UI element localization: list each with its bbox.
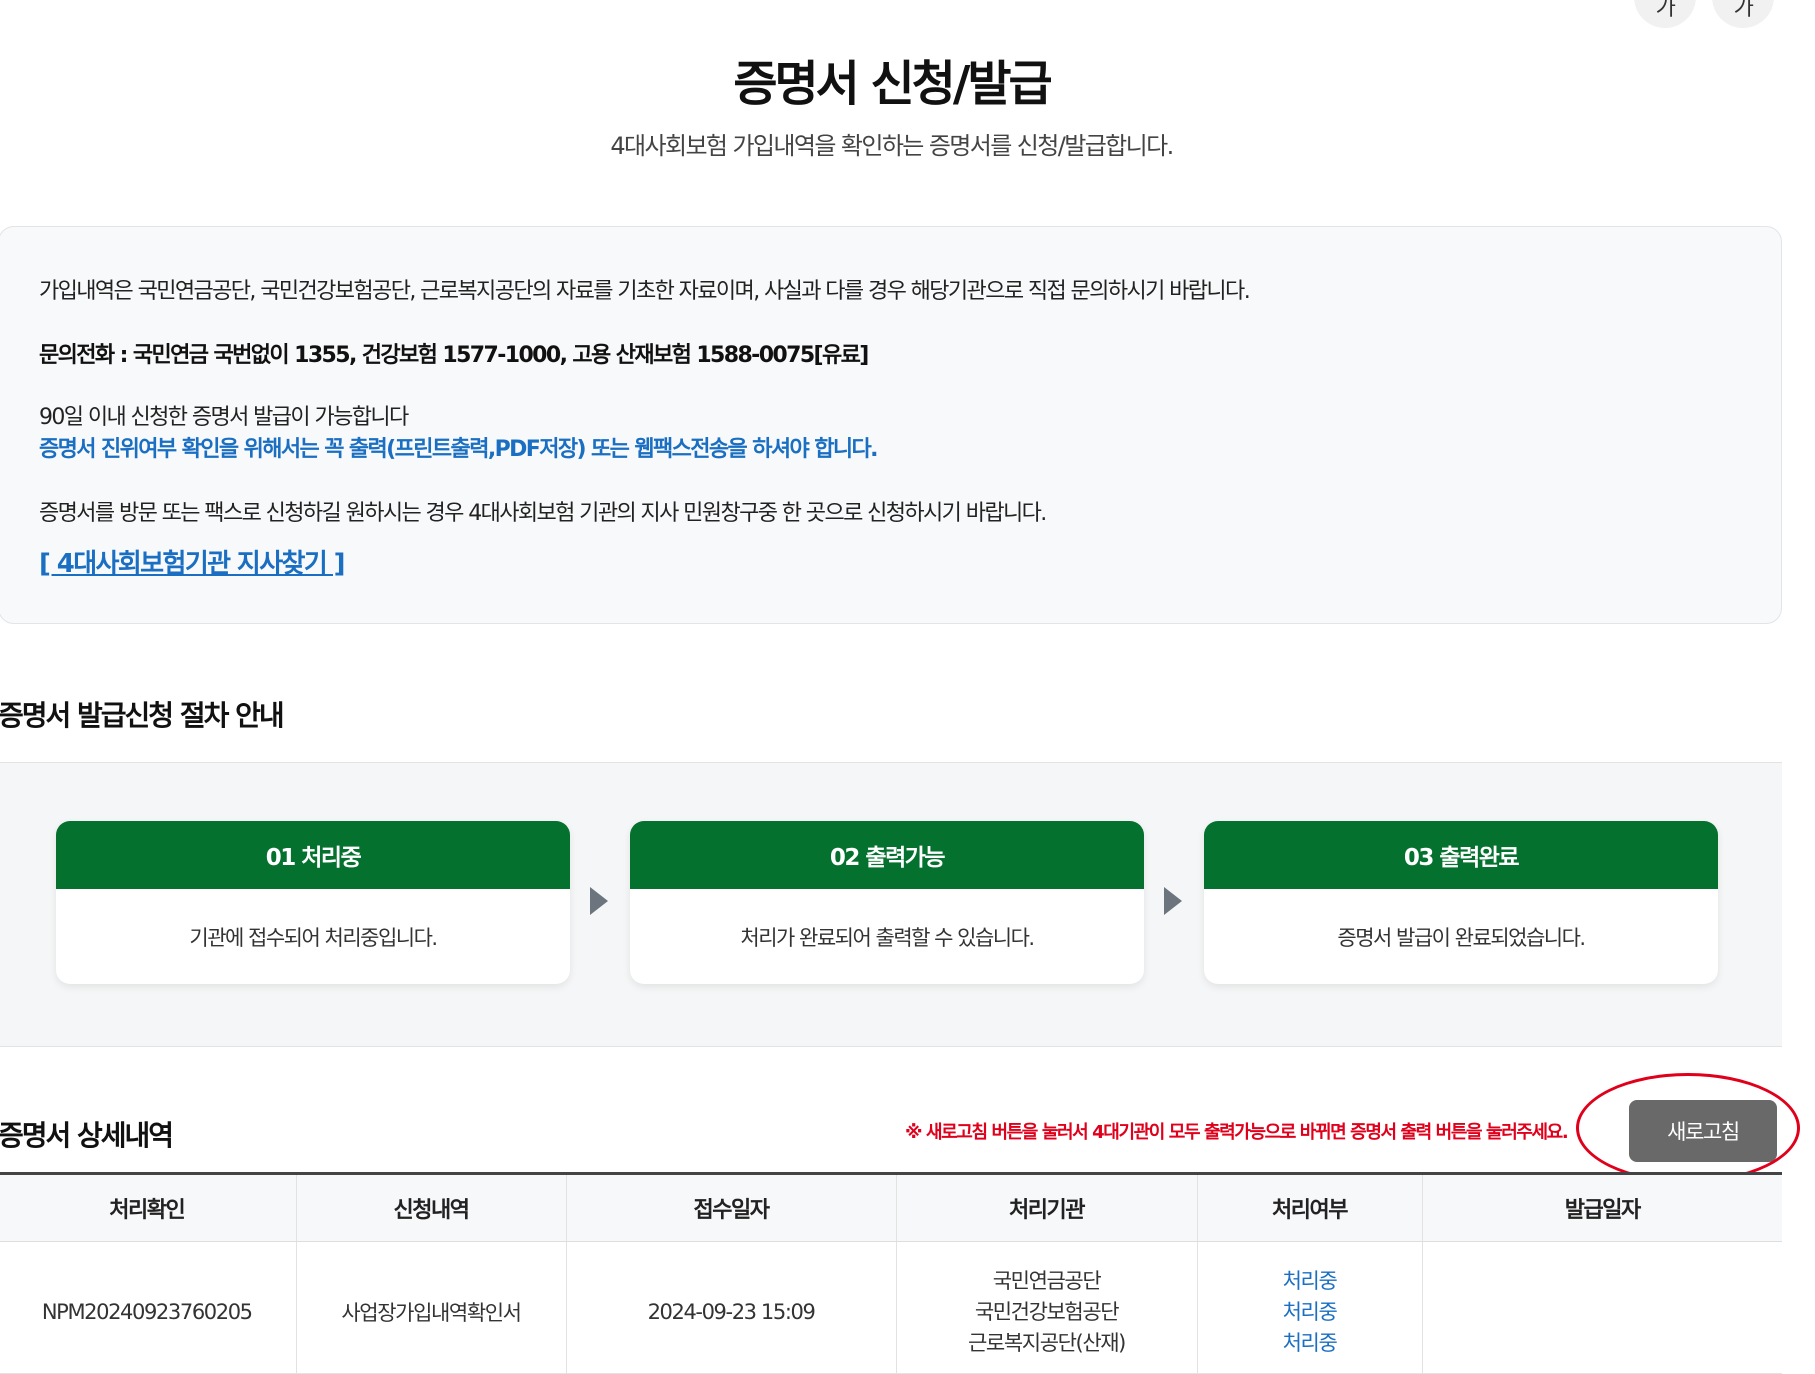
- agency-name: 국민건강보험공단: [974, 1299, 1120, 1324]
- font-size-button-1[interactable]: 가: [1634, 0, 1696, 28]
- column-header-agency: 처리기관: [895, 1172, 1197, 1242]
- column-header-request: 신청내역: [295, 1172, 566, 1242]
- step-header: 03 출력완료: [1204, 821, 1718, 889]
- column-header-status: 처리여부: [1196, 1172, 1422, 1242]
- step-header: 02 출력가능: [630, 821, 1144, 889]
- font-size-button-2[interactable]: 가: [1712, 0, 1774, 28]
- certificate-detail-table: 처리확인 신청내역 접수일자 처리기관 처리여부 발급일자 NPM2024092…: [0, 1172, 1782, 1374]
- status-link[interactable]: 처리중: [1199, 1266, 1421, 1297]
- refresh-notice: ※ 새로고침 버튼을 눌러서 4대기관이 모두 출력가능으로 바뀌면 증명서 출…: [905, 1122, 1569, 1143]
- steps-section-title: 증명서 발급신청 절차 안내: [0, 699, 285, 732]
- info-90day-text: 90일 이내 신청한 증명서 발급이 가능합니다: [39, 405, 409, 430]
- step-header: 01 처리중: [56, 821, 570, 889]
- column-header-check: 처리확인: [0, 1172, 296, 1242]
- column-header-issue-date: 발급일자: [1421, 1172, 1782, 1242]
- step-arrow-icon: [1164, 887, 1182, 915]
- step-card-2: 02 출력가능 처리가 완료되어 출력할 수 있습니다.: [630, 821, 1144, 984]
- page-subtitle: 4대사회보험 가입내역을 확인하는 증명서를 신청/발급합니다.: [610, 132, 1174, 160]
- step-description: 증명서 발급이 완료되었습니다.: [1337, 925, 1586, 950]
- steps-panel: 01 처리중 기관에 접수되어 처리중입니다. 02 출력가능 처리가 완료되어…: [0, 762, 1782, 1047]
- agency-name: 국민연금공단: [992, 1268, 1102, 1293]
- branch-finder-link[interactable]: [ 4대사회보험기관 지사찾기 ]: [39, 549, 346, 579]
- info-box: 가입내역은 국민연금공단, 국민건강보험공단, 근로복지공단의 자료를 기초한 …: [0, 226, 1782, 624]
- info-phone-text: 문의전화 : 국민연금 국번없이 1355, 건강보험 1577-1000, 고…: [39, 343, 869, 368]
- refresh-button[interactable]: 새로고침: [1629, 1100, 1777, 1162]
- step-arrow-icon: [590, 887, 608, 915]
- page-title: 증명서 신청/발급: [733, 56, 1052, 112]
- column-header-received-date: 접수일자: [565, 1172, 896, 1242]
- status-link[interactable]: 처리중: [1199, 1297, 1421, 1328]
- step-card-1: 01 처리중 기관에 접수되어 처리중입니다.: [56, 821, 570, 984]
- detail-section-title: 증명서 상세내역: [0, 1119, 174, 1152]
- info-print-notice: 증명서 진위여부 확인을 위해서는 꼭 출력(프린트출력,PDF저장) 또는 웹…: [39, 437, 879, 462]
- step-description: 처리가 완료되어 출력할 수 있습니다.: [740, 925, 1035, 950]
- table-header-row: 처리확인 신청내역 접수일자 처리기관 처리여부 발급일자: [0, 1172, 1782, 1242]
- info-visit-fax-text: 증명서를 방문 또는 팩스로 신청하길 원하시는 경우 4대사회보험 기관의 지…: [39, 501, 1047, 526]
- step-description: 기관에 접수되어 처리중입니다.: [189, 925, 438, 950]
- info-data-source-text: 가입내역은 국민연금공단, 국민건강보험공단, 근로복지공단의 자료를 기초한 …: [39, 279, 1251, 304]
- step-card-3: 03 출력완료 증명서 발급이 완료되었습니다.: [1204, 821, 1718, 984]
